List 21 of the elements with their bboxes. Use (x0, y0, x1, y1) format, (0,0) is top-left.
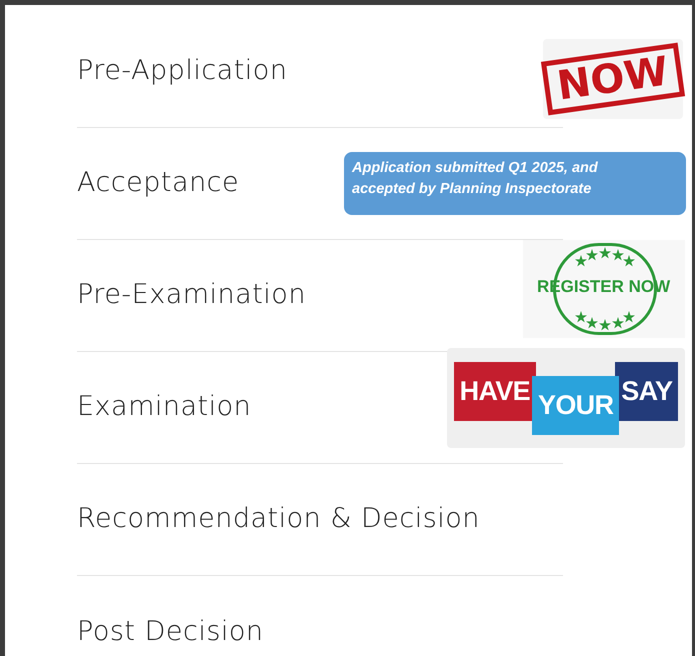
star-icon (612, 249, 624, 262)
star-icon (612, 316, 624, 329)
star-icon (599, 319, 611, 331)
star-icon (599, 247, 611, 259)
stage-link[interactable]: Examination (77, 387, 252, 428)
stage-link[interactable]: Acceptance (77, 163, 240, 204)
stage-link[interactable]: Pre-Examination (77, 275, 306, 316)
stage-link[interactable]: Pre-Application (77, 51, 288, 92)
stage-link[interactable]: Recommendation & Decision (77, 499, 480, 540)
star-icon (574, 255, 587, 268)
stage-link[interactable]: Post Decision (77, 612, 264, 652)
speech-bubble: SAY (615, 362, 678, 421)
star-icon (623, 310, 636, 323)
status-note: Application submitted Q1 2025, and accepted by Planning Inspectorate (344, 152, 686, 215)
star-icon (586, 316, 598, 329)
stamp-text: NOW (541, 42, 685, 116)
star-icon (623, 255, 636, 268)
speech-bubble: HAVE (454, 362, 536, 421)
star-icon (574, 310, 587, 323)
speech-bubble: YOUR (532, 376, 620, 435)
star-icon (586, 249, 598, 262)
